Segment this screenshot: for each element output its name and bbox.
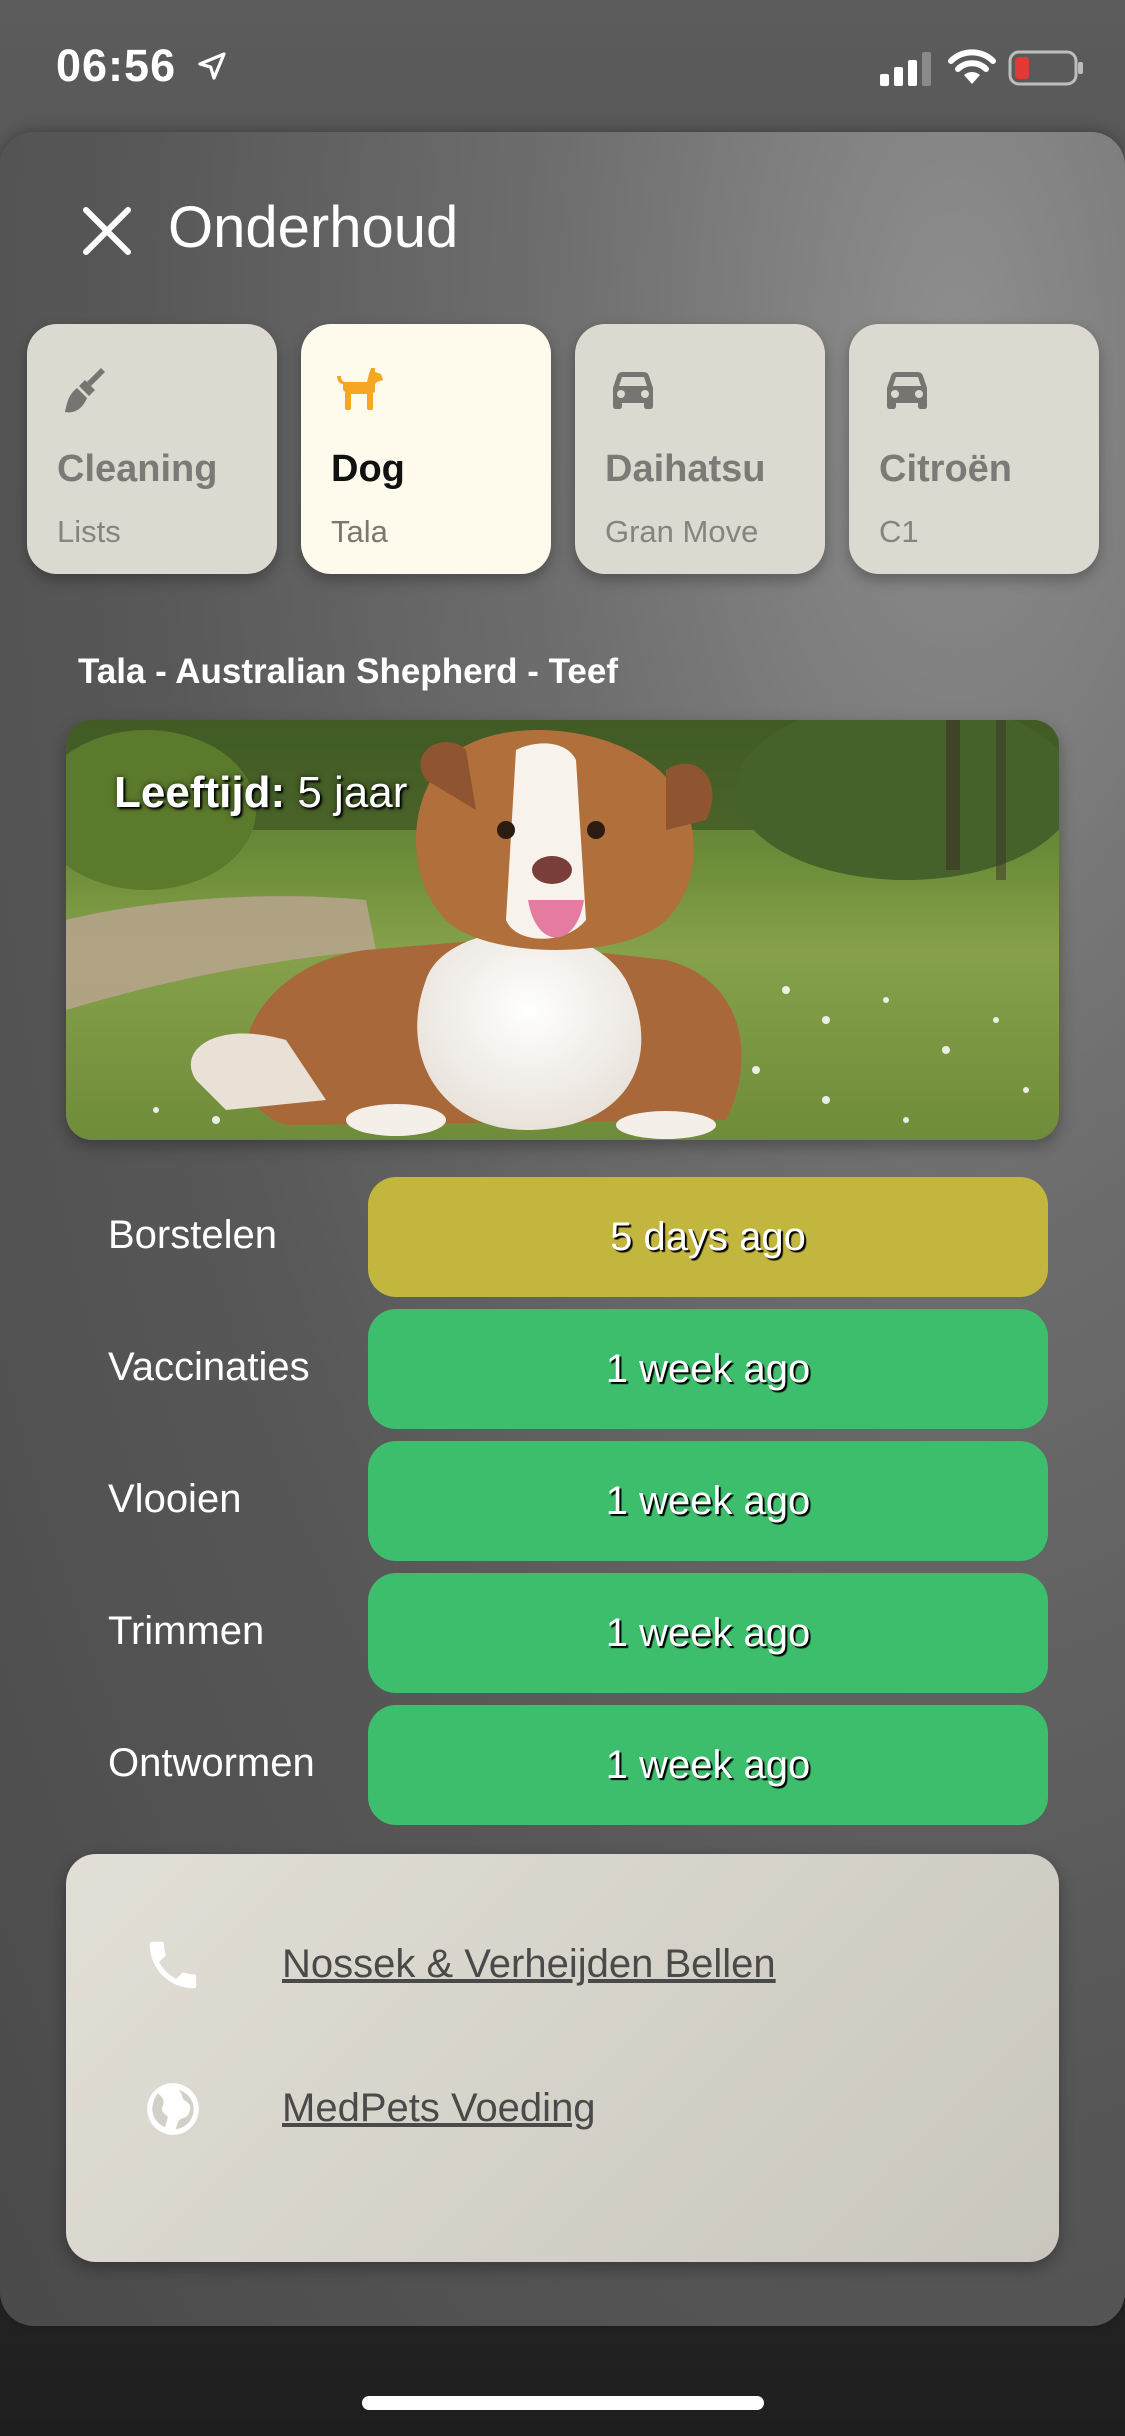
contact-links-card: Nossek & Verheijden Bellen MedPets Voedi… [66,1854,1059,2262]
link-label: Nossek & Verheijden Bellen [282,1942,776,1986]
category-card-dog[interactable]: Dog Tala [301,324,551,574]
link-label: MedPets Voeding [282,2086,596,2130]
task-status-button[interactable]: 1 week ago [368,1309,1048,1429]
wifi-icon [948,49,996,84]
close-icon[interactable] [78,202,136,260]
status-time: 06:56 [56,40,177,91]
maintenance-sheet: Onderhoud Cleaning Lists Dog Tala Daihat… [0,132,1125,2326]
dog-icon [337,368,383,410]
category-card-cleaning[interactable]: Cleaning Lists [27,324,277,574]
category-card-citroen[interactable]: Citroën C1 [849,324,1099,574]
food-shop-link[interactable]: MedPets Voeding [66,2056,1059,2156]
task-label: Borstelen [108,1213,277,1257]
category-title: Dog [331,448,405,490]
broom-icon [65,368,105,413]
signal-icon [880,52,931,86]
category-cards: Cleaning Lists Dog Tala Daihatsu Gran Mo… [27,324,1099,574]
task-row-borstelen: Borstelen 5 days ago [0,1177,1125,1297]
task-label: Ontwormen [108,1741,315,1785]
battery-low-icon [1008,50,1083,86]
home-indicator[interactable] [362,2396,764,2410]
task-row-vlooien: Vlooien 1 week ago [0,1441,1125,1561]
task-status-button[interactable]: 1 week ago [368,1705,1048,1825]
location-arrow-icon [198,52,226,80]
task-status-button[interactable]: 5 days ago [368,1177,1048,1297]
age-value: 5 jaar [285,768,408,817]
status-bar: 06:56 [0,0,1125,132]
category-card-daihatsu[interactable]: Daihatsu Gran Move [575,324,825,574]
car-icon [613,372,653,409]
age-overlay: Leeftijd: 5 jaar [114,768,407,818]
task-label: Vaccinaties [108,1345,310,1389]
task-label: Trimmen [108,1609,265,1653]
category-subtitle: Gran Move [605,514,759,549]
task-row-vaccinaties: Vaccinaties 1 week ago [0,1309,1125,1429]
category-subtitle: C1 [879,514,919,549]
call-vet-link[interactable]: Nossek & Verheijden Bellen [66,1912,1059,2012]
globe-icon [147,2083,199,2135]
category-title: Daihatsu [605,448,766,490]
australian-shepherd-dog-photo: Leeftijd: 5 jaar [66,720,1059,1140]
task-status-button[interactable]: 1 week ago [368,1441,1048,1561]
page-title: Onderhoud [168,195,459,260]
pet-heading: Tala - Australian Shepherd - Teef [78,652,619,691]
category-subtitle: Lists [57,514,121,549]
task-row-ontwormen: Ontwormen 1 week ago [0,1705,1125,1825]
app-screen: 06:56 Onderhoud Cleaning Lists Dog Tala … [0,0,1125,2436]
car-icon [887,372,927,409]
task-label: Vlooien [108,1477,242,1521]
category-title: Cleaning [57,448,218,490]
category-title: Citroën [879,448,1012,490]
task-row-trimmen: Trimmen 1 week ago [0,1573,1125,1693]
sheet-header: Onderhoud [0,132,1125,322]
age-label: Leeftijd: [114,768,286,817]
phone-icon [149,1941,197,1989]
category-subtitle: Tala [331,514,388,549]
task-status-button[interactable]: 1 week ago [368,1573,1048,1693]
